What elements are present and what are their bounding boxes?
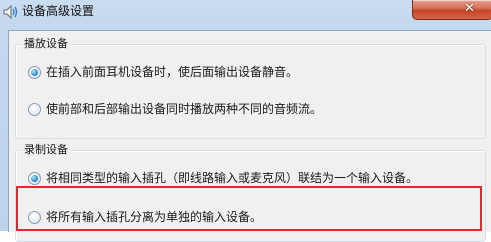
option-label[interactable]: 将相同类型的输入插孔（即线路输入或麦克风）联结为一个输入设备。 xyxy=(46,170,418,186)
playback-devices-legend: 播放设备 xyxy=(21,37,71,51)
mute-rear-on-front-headphone-option[interactable]: 在插入前面耳机设备时，使后面输出设备静音。 xyxy=(28,64,468,82)
radio-button[interactable] xyxy=(28,103,41,116)
title-bar[interactable]: 设备高级设置 ✕ xyxy=(0,0,491,30)
close-button[interactable]: ✕ xyxy=(412,0,491,20)
radio-button-selected[interactable] xyxy=(28,66,41,79)
recording-devices-legend: 录制设备 xyxy=(21,143,71,157)
radio-button-selected[interactable] xyxy=(28,172,41,185)
option-label[interactable]: 使前部和后部输出设备同时播放两种不同的音频流。 xyxy=(46,101,322,117)
option-label[interactable]: 在插入前面耳机设备时，使后面输出设备静音。 xyxy=(46,64,298,80)
dual-stream-output-option[interactable]: 使前部和后部输出设备同时播放两种不同的音频流。 xyxy=(28,101,468,119)
advanced-device-settings-window: 设备高级设置 ✕ 播放设备 在插入前面耳机设备时，使后面输出设备静音。 使前部和… xyxy=(0,0,491,242)
playback-devices-group: 播放设备 在插入前面耳机设备时，使后面输出设备静音。 使前部和后部输出设备同时播… xyxy=(15,37,486,139)
window-title: 设备高级设置 xyxy=(22,4,95,18)
close-icon: ✕ xyxy=(464,1,475,16)
annotation-highlight-box xyxy=(16,186,482,231)
speaker-icon xyxy=(3,4,18,20)
